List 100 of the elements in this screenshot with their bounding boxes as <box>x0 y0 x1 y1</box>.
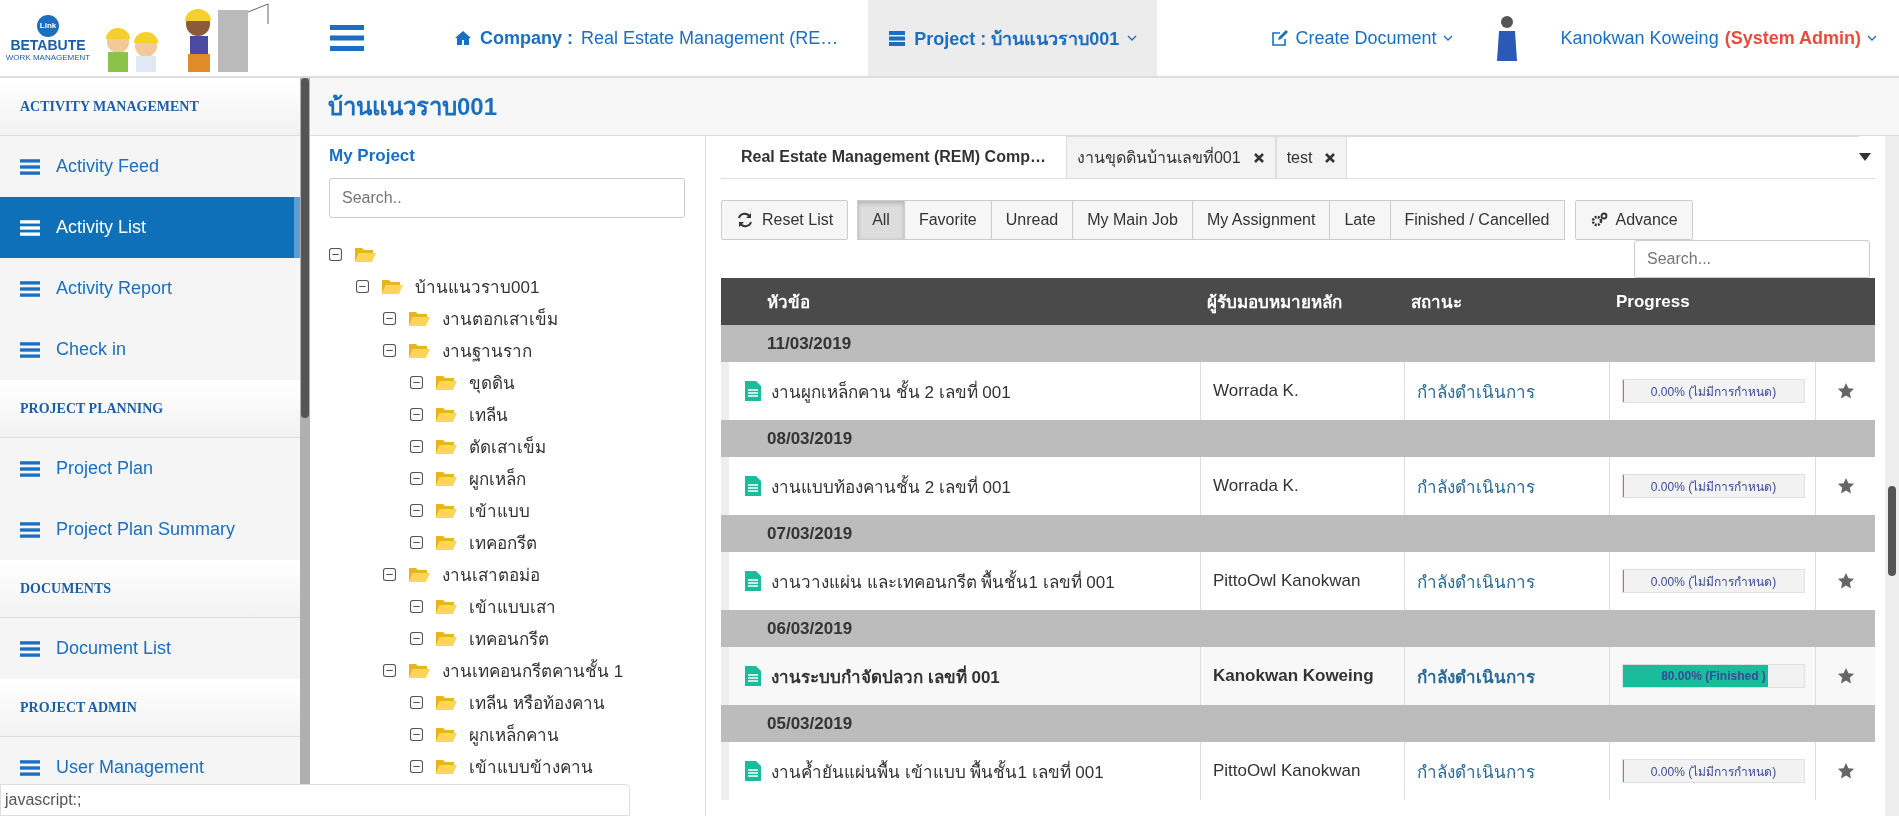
refresh-icon <box>736 211 754 229</box>
filter-button[interactable]: Late <box>1329 200 1391 240</box>
activity-title[interactable]: งานวางแผ่น และเทคอนกรีต พื้นชั้น1 เลขที่ 001 <box>771 567 1115 595</box>
close-icon[interactable] <box>1252 151 1265 164</box>
tree-item[interactable]: ผูกเหล็กคาน <box>469 720 559 748</box>
company-label: Company : <box>480 27 573 49</box>
edit-icon <box>1271 29 1290 47</box>
tree-item[interactable]: บ้านแนวราบ001 <box>415 272 540 300</box>
collapse-toggle[interactable] <box>410 727 423 741</box>
filter-button[interactable]: Unread <box>990 200 1074 240</box>
scrollbar[interactable] <box>1885 136 1899 816</box>
collapse-toggle[interactable] <box>383 311 396 325</box>
document-icon <box>745 666 761 686</box>
column-header: สถานะ <box>1410 292 1463 314</box>
sidebar-item[interactable]: Project Plan <box>0 438 300 499</box>
collapse-toggle[interactable] <box>410 599 423 613</box>
tree-item[interactable]: เข้าแบบข้างคาน <box>469 752 593 780</box>
collapse-toggle[interactable] <box>356 279 369 293</box>
tree-item[interactable]: เข้าแบบเสา <box>469 592 556 620</box>
home-icon <box>454 29 472 47</box>
activity-title[interactable]: งานค้ำยันแผ่นพื้น เข้าแบบ พื้นชั้น1 เลขที่ 001 <box>771 757 1104 785</box>
reset-list-button[interactable]: Reset List <box>721 200 849 240</box>
sidebar-item[interactable]: Check in <box>0 319 300 380</box>
dropdown-caret-icon[interactable] <box>1859 153 1871 161</box>
star-icon[interactable] <box>1836 572 1855 590</box>
star-icon[interactable] <box>1836 667 1855 685</box>
logo-badge: Link <box>37 14 59 37</box>
tree-item[interactable]: ตัดเสาเข็ม <box>469 432 546 460</box>
folder-icon <box>435 629 457 647</box>
menu-icon[interactable] <box>330 25 364 51</box>
tree-search-field[interactable]: Search.. <box>329 178 685 218</box>
folder-icon <box>381 277 403 295</box>
list-icon <box>20 280 40 297</box>
assignee-cell: Kanokwan Koweing <box>1213 666 1374 686</box>
tree-item[interactable]: งานฐานราก <box>442 336 532 364</box>
document-tab[interactable]: งานขุดดินบ้านเลขที่001 <box>1065 136 1276 178</box>
document-icon <box>745 761 761 781</box>
tree-item[interactable]: เทคอนกรีต <box>469 624 549 652</box>
tree-item[interactable]: เทลีน <box>469 400 508 428</box>
sidebar-item[interactable]: Activity Feed <box>0 136 300 197</box>
collapse-toggle[interactable] <box>410 407 423 421</box>
sidebar-item[interactable]: Project Plan Summary <box>0 499 300 560</box>
advance-button[interactable]: Advance <box>1574 200 1693 240</box>
collapse-toggle[interactable] <box>329 247 342 261</box>
sidebar-item[interactable]: Activity List <box>0 197 300 258</box>
document-tab[interactable]: test <box>1275 136 1348 178</box>
status-cell-text: กำลังดำเนินการ <box>1417 381 1535 404</box>
date-group-header: 06/03/2019 <box>721 610 1875 647</box>
tree-item[interactable]: เทคอกรีต <box>469 528 537 556</box>
star-icon[interactable] <box>1836 382 1855 400</box>
collapse-toggle[interactable] <box>410 631 423 645</box>
filter-button[interactable]: My Assignment <box>1191 200 1331 240</box>
assignee-cell: Worrada K. <box>1213 381 1299 401</box>
brand-tagline: WORK MANAGEMENT <box>5 52 91 62</box>
collapse-toggle[interactable] <box>383 663 396 677</box>
filter-button[interactable]: My Main Job <box>1072 200 1193 240</box>
star-icon[interactable] <box>1836 477 1855 495</box>
table-search-field[interactable]: Search... <box>1634 240 1870 278</box>
folder-icon <box>354 245 376 263</box>
project-selector[interactable]: Project : บ้านแนวราบ001 <box>868 0 1158 76</box>
close-icon[interactable] <box>1324 151 1337 164</box>
filter-button[interactable]: Finished / Cancelled <box>1389 200 1565 240</box>
folder-icon <box>435 693 457 711</box>
create-document-menu[interactable]: Create Document <box>1265 26 1459 50</box>
progress-bar: 0.00% (ไม่มีการกำหนด) <box>1622 474 1805 498</box>
progress-bar: 0.00% (ไม่มีการกำหนด) <box>1622 379 1805 403</box>
assignee-cell: Worrada K. <box>1213 476 1299 496</box>
tree-item[interactable]: งานตอกเสาเข็ม <box>442 304 558 332</box>
user-menu[interactable]: Kanokwan Koweing (System Admin) <box>1554 26 1883 50</box>
date-group-header: 07/03/2019 <box>721 515 1875 552</box>
tree-item[interactable]: งานเทคอนกรีตคานชั้น 1 <box>442 656 624 684</box>
list-icon <box>20 640 40 657</box>
assignee-cell: PittoOwl Kanokwan <box>1213 761 1361 781</box>
sidebar-section-title: PROJECT PLANNING <box>0 380 300 438</box>
tree-item[interactable]: เทลีน หรือท้องคาน <box>469 688 605 716</box>
sidebar-item[interactable]: Activity Report <box>0 258 300 319</box>
collapse-toggle[interactable] <box>383 567 396 581</box>
collapse-toggle[interactable] <box>410 375 423 389</box>
collapse-toggle[interactable] <box>410 503 423 517</box>
collapse-toggle[interactable] <box>410 535 423 549</box>
filter-button[interactable]: All <box>857 200 905 240</box>
company-name[interactable]: Real Estate Management (RE… <box>581 27 839 49</box>
collapse-toggle[interactable] <box>383 343 396 357</box>
tree-item[interactable]: เข้าแบบ <box>469 496 530 524</box>
sidebar-item[interactable]: Document List <box>0 618 300 679</box>
tree-item[interactable]: งานเสาตอม่อ <box>442 560 540 588</box>
folder-icon <box>408 565 430 583</box>
filter-button[interactable]: Favorite <box>903 200 992 240</box>
status-cell-text: กำลังดำเนินการ <box>1417 571 1535 594</box>
collapse-toggle[interactable] <box>410 759 423 773</box>
activity-title[interactable]: งานผูกเหล็กคาน ชั้น 2 เลขที่ 001 <box>771 377 1011 405</box>
list-icon <box>20 460 40 477</box>
collapse-toggle[interactable] <box>410 439 423 453</box>
collapse-toggle[interactable] <box>410 471 423 485</box>
star-icon[interactable] <box>1836 762 1855 780</box>
activity-title[interactable]: งานระบบกำจัดปลวก เลขที่ 001 <box>771 662 1000 690</box>
tree-item[interactable]: ขุดดิน <box>469 368 515 396</box>
activity-title[interactable]: งานแบบท้องคานชั้น 2 เลขที่ 001 <box>771 472 1011 500</box>
collapse-toggle[interactable] <box>410 695 423 709</box>
tree-item[interactable]: ผูกเหล็ก <box>469 464 526 492</box>
